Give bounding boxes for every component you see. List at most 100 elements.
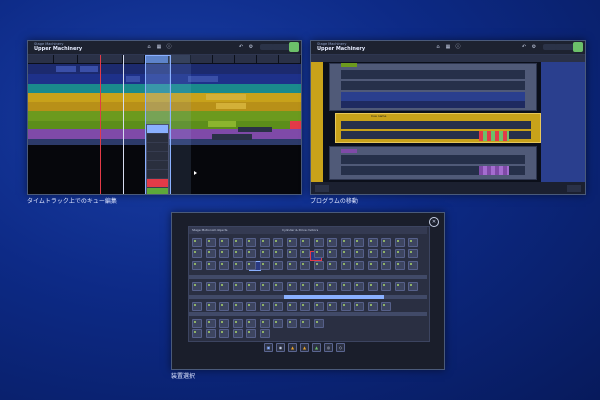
device-tile[interactable] — [205, 319, 216, 328]
device-tile[interactable] — [259, 261, 270, 270]
device-tile[interactable] — [205, 238, 216, 247]
filter-icon[interactable]: ▲ — [288, 343, 297, 352]
device-tile[interactable] — [394, 282, 405, 291]
device-tile[interactable] — [313, 238, 324, 247]
device-tile[interactable] — [381, 249, 391, 258]
device-tile[interactable] — [313, 319, 324, 328]
device-tile[interactable] — [286, 249, 297, 258]
device-tile[interactable] — [340, 261, 351, 270]
menu-item[interactable] — [147, 170, 168, 179]
filter-icon[interactable]: ▣ — [264, 343, 273, 352]
device-tile[interactable] — [219, 238, 229, 247]
filter-icon[interactable]: ▲ — [312, 343, 321, 352]
cue-block[interactable] — [126, 76, 140, 82]
device-tile[interactable] — [232, 319, 243, 328]
menu-item[interactable] — [147, 143, 168, 152]
device-tile[interactable] — [273, 319, 283, 328]
device-tile[interactable] — [381, 238, 391, 247]
device-tile[interactable] — [286, 319, 297, 328]
device-tile[interactable] — [246, 238, 256, 247]
device-tile[interactable] — [313, 249, 324, 258]
device-tile[interactable] — [340, 302, 351, 311]
view-select[interactable] — [555, 44, 575, 50]
menu-item[interactable] — [147, 179, 168, 188]
device-tile[interactable] — [300, 282, 310, 291]
home-icon[interactable]: ⌂ — [435, 44, 441, 50]
device-tile[interactable] — [300, 238, 310, 247]
tab-all-objects[interactable]: All objects — [212, 228, 227, 232]
device-tile[interactable] — [192, 282, 202, 291]
device-tile[interactable] — [246, 302, 256, 311]
back-button[interactable] — [315, 185, 329, 192]
device-tile[interactable] — [259, 302, 270, 311]
device-tile[interactable] — [192, 261, 202, 270]
device-tile[interactable] — [381, 302, 391, 311]
device-tile[interactable] — [327, 238, 337, 247]
device-tile[interactable] — [367, 261, 378, 270]
device-tile[interactable] — [205, 302, 216, 311]
device-tile[interactable] — [286, 302, 297, 311]
device-tile[interactable] — [259, 249, 270, 258]
device-tile[interactable] — [219, 329, 229, 338]
undo-icon[interactable]: ↶ — [521, 44, 527, 50]
settings-icon[interactable]: ⚙ — [531, 44, 537, 50]
device-tile[interactable] — [313, 302, 324, 311]
device-tile[interactable] — [354, 261, 364, 270]
info-icon[interactable]: ⓘ — [166, 44, 172, 50]
device-tile[interactable] — [286, 261, 297, 270]
cue-block[interactable] — [80, 66, 98, 72]
home-icon[interactable]: ⌂ — [146, 44, 152, 50]
device-tile[interactable] — [219, 302, 229, 311]
device-tile[interactable] — [246, 249, 256, 258]
menu-item[interactable] — [147, 134, 168, 143]
device-tile[interactable] — [286, 282, 297, 291]
device-tile[interactable] — [340, 238, 351, 247]
device-tile[interactable] — [394, 249, 405, 258]
device-tile[interactable] — [394, 261, 405, 270]
device-tile[interactable] — [259, 282, 270, 291]
program-head[interactable] — [341, 149, 357, 153]
program-row[interactable] — [341, 81, 525, 90]
device-tile[interactable] — [381, 261, 391, 270]
device-tile[interactable] — [232, 261, 243, 270]
device-tile[interactable] — [367, 238, 378, 247]
program-head[interactable] — [341, 63, 357, 67]
device-tile[interactable] — [219, 282, 229, 291]
device-tile[interactable] — [232, 238, 243, 247]
cue-block[interactable] — [56, 66, 76, 72]
close-icon[interactable]: ✕ — [429, 217, 439, 227]
program-row[interactable] — [341, 155, 525, 164]
device-tile[interactable] — [192, 249, 202, 258]
device-tile[interactable] — [273, 282, 283, 291]
filter-icon[interactable]: ◎ — [324, 343, 333, 352]
device-tile[interactable] — [205, 261, 216, 270]
program-row[interactable] — [341, 101, 525, 108]
cue-block[interactable] — [290, 121, 301, 129]
device-tile[interactable] — [354, 238, 364, 247]
cue-block[interactable] — [238, 127, 272, 132]
device-tile[interactable] — [219, 261, 229, 270]
cue-block[interactable] — [212, 134, 252, 140]
device-tile[interactable] — [205, 249, 216, 258]
device-tile[interactable] — [300, 249, 310, 258]
device-tile[interactable] — [192, 329, 202, 338]
program-row[interactable] — [341, 121, 531, 129]
tab-stage-motion[interactable]: Stage Motion — [192, 228, 212, 232]
cue-block[interactable] — [206, 94, 246, 100]
device-tile[interactable] — [313, 282, 324, 291]
next-button[interactable] — [567, 185, 581, 192]
grid-icon[interactable]: ▦ — [156, 44, 162, 50]
device-tile[interactable] — [259, 329, 270, 338]
device-tile[interactable] — [408, 261, 418, 270]
device-tile[interactable] — [327, 261, 337, 270]
device-tile[interactable] — [232, 249, 243, 258]
device-tile[interactable] — [300, 319, 310, 328]
device-tile[interactable] — [192, 319, 202, 328]
info-icon[interactable]: ⓘ — [455, 44, 461, 50]
device-tile[interactable] — [232, 282, 243, 291]
device-tile[interactable] — [219, 319, 229, 328]
device-tile[interactable] — [367, 282, 378, 291]
device-tile[interactable] — [367, 302, 378, 311]
device-tile[interactable] — [394, 238, 405, 247]
device-tile[interactable] — [408, 249, 418, 258]
